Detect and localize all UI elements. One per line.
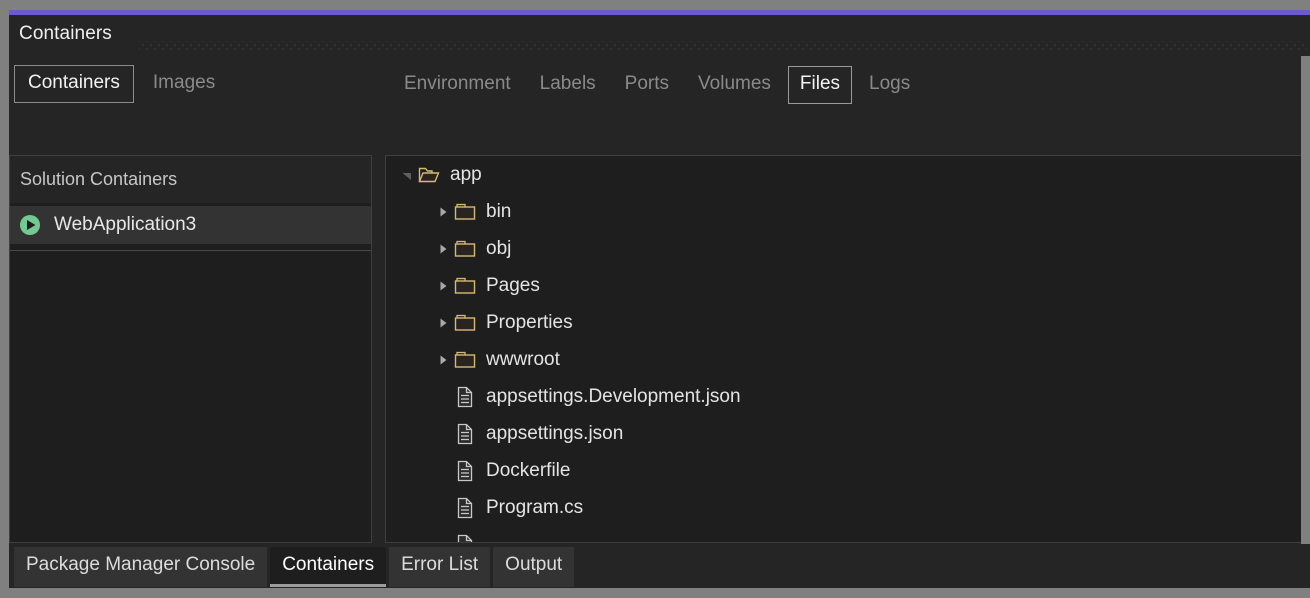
tree-row[interactable]: appsettings.Development.json [386,378,1301,415]
tree-row[interactable]: Dockerfile [386,452,1301,489]
tree-node-label: app [450,164,482,186]
tree-row[interactable]: Pages [386,267,1301,304]
tree-node-label: Properties [486,312,573,334]
green-play-circle-icon [18,213,42,237]
tab-volumes[interactable]: Volumes [686,66,783,104]
left-pane-tablist: Containers Images [9,62,229,106]
tree-node-label: appsettings.Development.json [486,386,741,408]
tree-row[interactable]: obj [386,230,1301,267]
folder-closed-icon [454,201,476,223]
folder-closed-icon [454,238,476,260]
tab-environment[interactable]: Environment [392,66,523,104]
tree-node-label: bin [486,201,511,223]
tree-indent-spacer [432,378,454,415]
file-document-icon [454,497,476,519]
bottom-tablist: Package Manager Console Containers Error… [14,547,577,587]
tree-row[interactable]: appsettings.json [386,415,1301,452]
tree-indent-spacer [432,489,454,526]
tree-indent-spacer [432,415,454,452]
solution-containers-header: Solution Containers [10,156,371,203]
tree-indent-spacer [432,452,454,489]
container-files-tree[interactable]: app bin [385,155,1301,543]
folder-closed-icon [454,275,476,297]
file-document-icon [454,534,476,544]
solution-containers-list: Solution Containers WebApplication3 [9,155,372,543]
list-row-divider [10,250,371,251]
file-document-icon [454,460,476,482]
tab-logs[interactable]: Logs [857,66,922,104]
tab-images[interactable]: Images [139,65,229,103]
folder-open-icon [418,164,440,186]
tree-row[interactable]: wwwroot [386,341,1301,378]
tree-row-partial[interactable] [386,526,1301,543]
tree-node-label: appsettings.json [486,423,623,445]
tab-containers[interactable]: Containers [14,65,134,103]
tab-labels[interactable]: Labels [528,66,608,104]
chevron-right-icon[interactable] [432,304,454,341]
tree-node-label: obj [486,238,511,260]
chevron-right-icon[interactable] [432,267,454,304]
tab-error-list[interactable]: Error List [389,547,490,587]
tree-indent-spacer [432,526,454,543]
tool-window-tabstrip: Package Manager Console Containers Error… [9,544,1310,588]
chevron-right-icon[interactable] [432,193,454,230]
folder-closed-icon [454,312,476,334]
tab-package-manager-console[interactable]: Package Manager Console [14,547,267,587]
folder-closed-icon [454,349,476,371]
tree-node-label: Pages [486,275,540,297]
tab-ports[interactable]: Ports [613,66,681,104]
file-document-icon [454,423,476,445]
tree-row[interactable]: bin [386,193,1301,230]
tree-row[interactable]: Program.cs [386,489,1301,526]
tree-row[interactable]: Properties [386,304,1301,341]
containers-tool-window: Containers Containers Images [0,0,1310,598]
chevron-right-icon[interactable] [432,230,454,267]
tree-row[interactable]: app [386,156,1301,193]
tab-files[interactable]: Files [788,66,852,104]
list-item-label: WebApplication3 [54,214,196,236]
tree-node-label: wwwroot [486,349,560,371]
tab-output[interactable]: Output [493,547,574,587]
detail-tablist: Environment Labels Ports Volumes Files L… [392,61,927,109]
file-document-icon [454,386,476,408]
chevron-right-icon[interactable] [432,341,454,378]
chevron-expanded-icon[interactable] [396,156,418,193]
window-title-bar: Containers [9,15,1310,56]
tab-containers-bottom[interactable]: Containers [270,547,386,587]
page-title: Containers [19,23,112,45]
window-drag-grip[interactable] [139,41,1307,50]
list-item-webapplication3[interactable]: WebApplication3 [10,206,371,244]
tree-node-label: Program.cs [486,497,583,519]
tree-node-label: Dockerfile [486,460,570,482]
